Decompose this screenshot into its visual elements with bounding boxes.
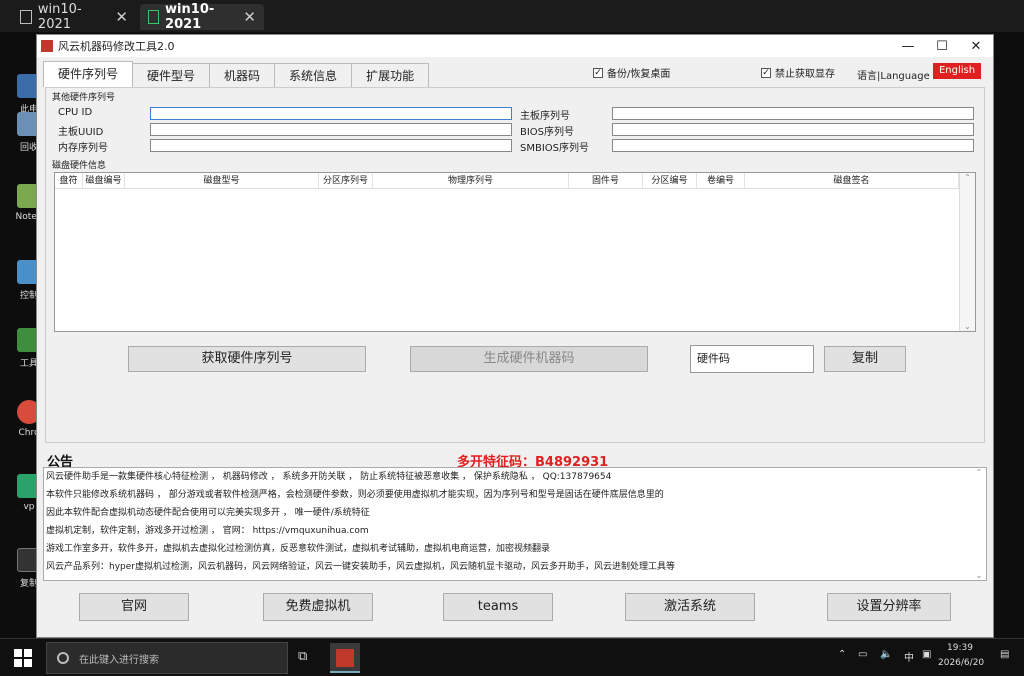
website-button[interactable]: 官网 [79, 593, 189, 621]
announcement-line: 本软件只能修改系统机器码 ， 部分游戏或者软件检测严格，会检测硬件参数，则必须要… [46, 490, 664, 500]
minimize-icon[interactable]: — [891, 39, 925, 54]
backup-checkbox[interactable]: ✓ 备份/恢复桌面 [593, 65, 670, 80]
clock-date: 2026/6/20 [938, 658, 985, 668]
tab-hw-model[interactable]: 硬件型号 [132, 63, 211, 87]
app-icon [41, 40, 53, 52]
free-vm-button[interactable]: 免费虚拟机 [263, 593, 373, 621]
tab-sys-info[interactable]: 系统信息 [274, 63, 353, 87]
search-icon [57, 652, 69, 664]
get-serial-button[interactable]: 获取硬件序列号 [128, 346, 366, 372]
close-icon[interactable]: ✕ [115, 8, 128, 26]
col-header[interactable]: 卷编号 [697, 173, 745, 188]
chevron-down-icon[interactable]: ⌄ [972, 571, 986, 580]
chevron-up-icon[interactable]: ⌃ [972, 468, 986, 477]
col-header[interactable]: 固件号 [569, 173, 643, 188]
mem-serial-field[interactable] [150, 139, 512, 152]
check-icon: ✓ [761, 67, 771, 78]
teams-button[interactable]: teams [443, 593, 553, 621]
clock[interactable]: 19:39 2026/6/20 [938, 641, 985, 671]
app-window: 风云机器码修改工具2.0 — ☐ ✕ 硬件序列号 硬件型号 机器码 系统信息 扩… [36, 34, 994, 638]
chevron-down-icon[interactable]: ⌄ [960, 322, 975, 331]
announcement-line: 风云产品系列：hyper虚拟机过检测，风云机器码，风云网络验证，风云一键安装助手… [46, 562, 675, 572]
smbios-serial-field[interactable] [612, 139, 974, 152]
announcement-line: 风云硬件助手是一款集硬件核心特征检测 ， 机器码修改 ， 系统多开防关联 ， 防… [46, 472, 612, 482]
bios-serial-field[interactable] [612, 123, 974, 136]
search-placeholder: 在此键入进行搜索 [79, 654, 159, 666]
board-uuid-field[interactable] [150, 123, 512, 136]
window-icon [20, 10, 32, 24]
hw-code-input[interactable]: 硬件码 [690, 345, 814, 373]
cpu-id-field[interactable] [150, 107, 512, 120]
other-hw-group-label: 其他硬件序列号 [50, 90, 118, 103]
col-header[interactable]: 磁盘编号 [83, 173, 125, 188]
chevron-up-icon[interactable]: ⌃ [960, 173, 975, 182]
cpu-id-label: CPU ID [58, 107, 93, 118]
taskbar-search[interactable]: 在此键入进行搜索 [46, 642, 288, 674]
disk-group-label: 磁盘硬件信息 [50, 158, 109, 171]
tab-hw-serial[interactable]: 硬件序列号 [43, 61, 134, 87]
vm-tab-label: win10-2021 [165, 2, 215, 32]
window-title: 风云机器码修改工具2.0 [58, 40, 175, 53]
col-header[interactable]: 磁盘签名 [745, 173, 959, 188]
announcement-line: 因此本软件配合虚拟机动态硬件配合使用可以完美实现多开 ， 唯一硬件/系统特征 [46, 508, 370, 518]
tab-strip: 硬件序列号 硬件型号 机器码 系统信息 扩展功能 [43, 61, 430, 87]
mem-serial-label: 内存序列号 [58, 143, 108, 154]
disk-table-scrollbar[interactable]: ⌃ ⌄ [959, 173, 975, 331]
backup-label: 备份/恢复桌面 [607, 69, 671, 80]
language-label: 语言|Language [857, 71, 930, 82]
taskbar: 在此键入进行搜索 ⧉ ⌃ ▭ 🔈 中 ▣ 19:39 2026/6/20 ▤ [0, 638, 1024, 676]
play-icon [148, 10, 160, 24]
tab-machine-code[interactable]: 机器码 [209, 63, 276, 87]
forbid-vram-checkbox[interactable]: ✓ 禁止获取显存 [761, 65, 835, 80]
ime-indicator[interactable]: 中 [904, 649, 914, 664]
hw-serial-panel: 其他硬件序列号 CPU ID 主板序列号 主板UUID BIOS序列号 内存序列… [45, 87, 985, 443]
col-header[interactable]: 磁盘型号 [125, 173, 319, 188]
volume-icon[interactable]: 🔈 [880, 649, 892, 660]
col-header[interactable]: 物理序列号 [373, 173, 569, 188]
forbid-label: 禁止获取显存 [775, 69, 835, 80]
calendar-icon[interactable]: ▣ [922, 649, 931, 660]
vm-tab-2[interactable]: win10-2021 ✕ [140, 2, 264, 32]
bios-serial-label: BIOS序列号 [520, 127, 575, 138]
col-header[interactable]: 分区编号 [643, 173, 697, 188]
chevron-up-icon[interactable]: ⌃ [838, 649, 846, 660]
board-uuid-label: 主板UUID [58, 127, 104, 138]
announcement-line: 虚拟机定制，软件定制，游戏多开过检测 ， 官网： https://vmquxun… [46, 526, 369, 536]
activate-button[interactable]: 激活系统 [625, 593, 755, 621]
app-icon [336, 649, 354, 667]
maximize-icon[interactable]: ☐ [925, 39, 959, 54]
vm-tab-1[interactable]: win10-2021 ✕ [12, 2, 136, 32]
english-button[interactable]: English [933, 63, 981, 79]
copy-button[interactable]: 复制 [824, 346, 906, 372]
col-header[interactable]: 分区序列号 [319, 173, 373, 188]
board-serial-field[interactable] [612, 107, 974, 120]
disk-table-header: 盘符 磁盘编号 磁盘型号 分区序列号 物理序列号 固件号 分区编号 卷编号 磁盘… [55, 173, 975, 189]
announcement-box[interactable]: 风云硬件助手是一款集硬件核心特征检测 ， 机器码修改 ， 系统多开防关联 ， 防… [43, 467, 987, 581]
network-icon[interactable]: ▭ [858, 649, 867, 660]
task-view-icon[interactable]: ⧉ [298, 649, 307, 664]
title-bar: 风云机器码修改工具2.0 — ☐ ✕ [37, 35, 993, 57]
notification-icon[interactable]: ▤ [1000, 649, 1009, 660]
desktop-icon-label: vp [23, 502, 35, 512]
app-taskbar-button[interactable] [330, 643, 360, 673]
smbios-serial-label: SMBIOS序列号 [520, 143, 590, 154]
clock-time: 19:39 [947, 643, 973, 653]
announcement-line: 游戏工作室多开，软件多开，虚拟机去虚拟化过检测仿真，反恶意软件测试，虚拟机考试辅… [46, 544, 551, 554]
close-icon[interactable]: ✕ [959, 39, 993, 54]
generate-button[interactable]: 生成硬件机器码 [410, 346, 648, 372]
resolution-button[interactable]: 设置分辨率 [827, 593, 951, 621]
vm-tab-bar: win10-2021 ✕ win10-2021 ✕ [0, 0, 1024, 32]
vm-tab-label: win10-2021 [37, 2, 82, 32]
windows-start-icon[interactable] [14, 649, 32, 667]
col-header[interactable]: 盘符 [55, 173, 83, 188]
tab-extensions[interactable]: 扩展功能 [351, 63, 430, 87]
close-icon[interactable]: ✕ [243, 8, 256, 26]
announcement-scrollbar[interactable]: ⌃ ⌄ [972, 468, 986, 580]
check-icon: ✓ [593, 67, 603, 78]
disk-table[interactable]: 盘符 磁盘编号 磁盘型号 分区序列号 物理序列号 固件号 分区编号 卷编号 磁盘… [54, 172, 976, 332]
board-serial-label: 主板序列号 [520, 111, 570, 122]
